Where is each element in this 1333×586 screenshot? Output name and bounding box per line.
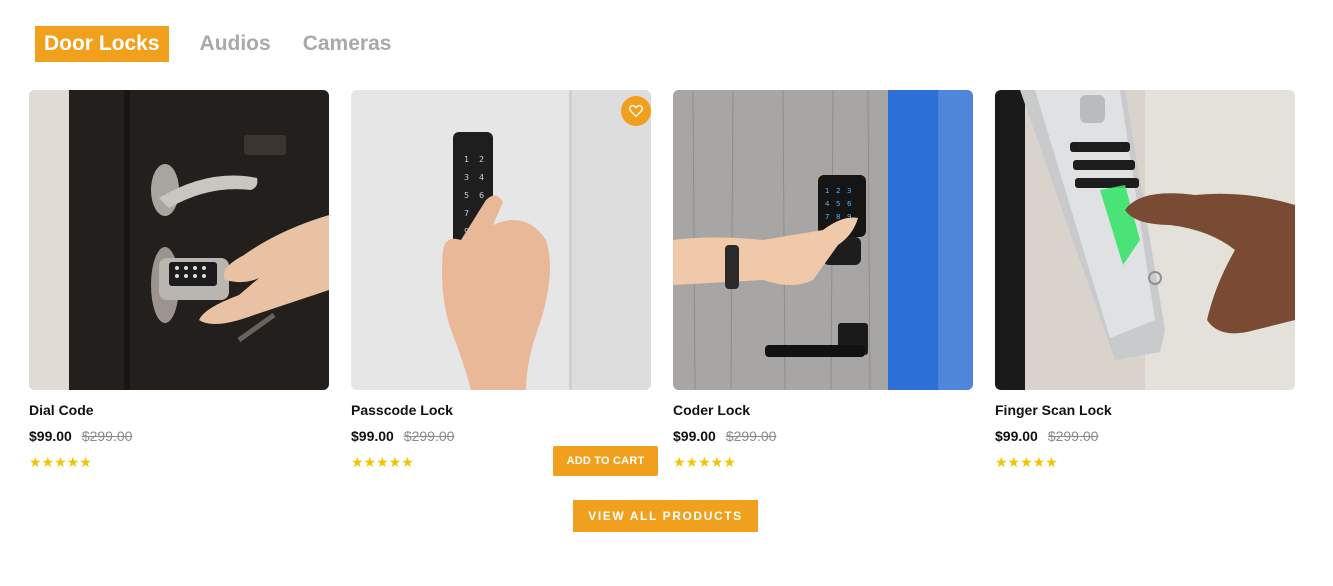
current-price: $99.00 — [29, 428, 72, 444]
current-price: $99.00 — [673, 428, 716, 444]
price-row: $99.00 $299.00 — [995, 428, 1295, 444]
svg-text:7: 7 — [825, 213, 829, 221]
original-price: $299.00 — [1047, 428, 1099, 444]
star-rating: ★★★★★ — [673, 454, 736, 470]
original-price: $299.00 — [403, 428, 455, 444]
product-title[interactable]: Passcode Lock — [351, 402, 651, 418]
heart-icon — [629, 104, 643, 118]
svg-text:2: 2 — [479, 155, 484, 164]
tab-audios[interactable]: Audios — [191, 26, 280, 62]
wall-keypad-icon: 12 34 56 78 90 — [351, 90, 651, 390]
product-image[interactable]: 123 456 789 — [673, 90, 973, 390]
original-price: $299.00 — [725, 428, 777, 444]
svg-text:7: 7 — [464, 209, 469, 218]
tab-door-locks[interactable]: Door Locks — [35, 26, 169, 62]
price-row: $99.00 $299.00 — [673, 428, 973, 444]
svg-text:5: 5 — [836, 200, 840, 208]
svg-text:2: 2 — [836, 187, 840, 195]
fingerprint-scanner-icon — [995, 90, 1295, 390]
product-title[interactable]: Finger Scan Lock — [995, 402, 1295, 418]
svg-text:1: 1 — [464, 155, 469, 164]
svg-text:4: 4 — [825, 200, 830, 208]
add-to-cart-button[interactable]: ADD TO CART — [553, 446, 658, 476]
price-row: $99.00 $299.00 — [351, 428, 651, 444]
svg-text:3: 3 — [847, 187, 851, 195]
view-all-products-button[interactable]: VIEW ALL PRODUCTS — [573, 500, 758, 532]
product-image[interactable] — [29, 90, 329, 390]
original-price: $299.00 — [81, 428, 133, 444]
door-handle-keypad-icon — [29, 90, 329, 390]
svg-text:8: 8 — [836, 213, 840, 221]
product-card-finger-scan-lock[interactable]: Finger Scan Lock $99.00 $299.00 ★★★★★ — [995, 90, 1295, 471]
star-rating: ★★★★★ — [995, 454, 1058, 470]
current-price: $99.00 — [995, 428, 1038, 444]
product-title[interactable]: Coder Lock — [673, 402, 973, 418]
wishlist-heart-button[interactable] — [621, 96, 651, 126]
price-row: $99.00 $299.00 — [29, 428, 329, 444]
svg-text:1: 1 — [825, 187, 829, 195]
svg-text:6: 6 — [479, 191, 484, 200]
product-title[interactable]: Dial Code — [29, 402, 329, 418]
deadbolt-keypad-icon: 123 456 789 — [673, 90, 973, 390]
star-rating: ★★★★★ — [29, 454, 92, 470]
current-price: $99.00 — [351, 428, 394, 444]
svg-text:6: 6 — [847, 200, 852, 208]
product-card-passcode-lock[interactable]: 12 34 56 78 90 Passcode Lock $99.00 $299… — [351, 90, 651, 471]
tab-cameras[interactable]: Cameras — [294, 26, 401, 62]
product-card-coder-lock[interactable]: 123 456 789 Coder Lock $99.00 $299.00 ★★… — [673, 90, 973, 471]
svg-text:5: 5 — [464, 191, 469, 200]
svg-text:4: 4 — [479, 173, 484, 182]
product-card-dial-code[interactable]: Dial Code $99.00 $299.00 ★★★★★ — [29, 90, 329, 471]
svg-text:3: 3 — [464, 173, 469, 182]
product-image[interactable] — [995, 90, 1295, 390]
product-image[interactable]: 12 34 56 78 90 — [351, 90, 651, 390]
category-tabs: Door Locks Audios Cameras — [35, 26, 414, 62]
